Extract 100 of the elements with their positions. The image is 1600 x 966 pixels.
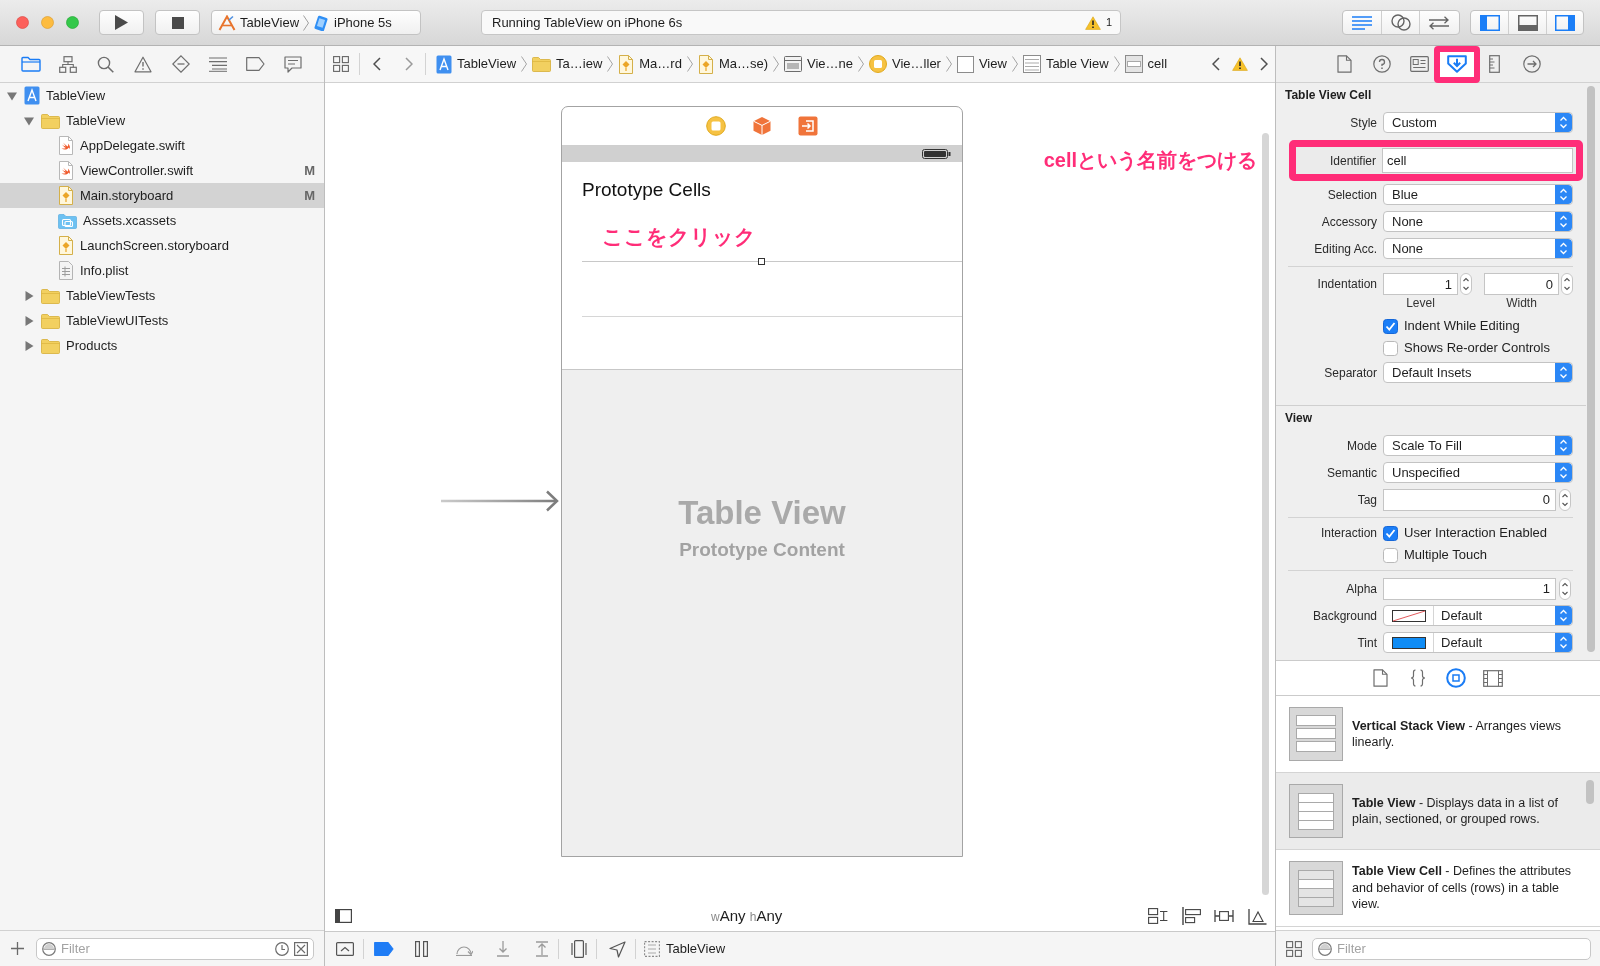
run-button[interactable]	[99, 10, 144, 35]
warning-count[interactable]: 1	[1105, 14, 1112, 31]
stepper-icon[interactable]	[1561, 273, 1573, 295]
navigator-tab[interactable]	[208, 54, 229, 74]
disclosure-triangle-icon[interactable]	[24, 290, 34, 301]
panel-toggle-control[interactable]	[1470, 10, 1584, 35]
filter-field[interactable]: Filter	[1312, 937, 1591, 960]
popup-button[interactable]: Blue	[1383, 184, 1573, 205]
stop-button[interactable]	[155, 10, 200, 35]
tree-item[interactable]: Main.storyboard M	[0, 183, 324, 208]
warning-icon[interactable]	[1232, 57, 1248, 71]
pause-button[interactable]	[415, 941, 428, 957]
grid-view-button[interactable]	[1286, 940, 1302, 957]
navigator-tab[interactable]	[282, 54, 303, 74]
cube-icon[interactable]	[752, 116, 772, 136]
embed-in-stack-button[interactable]	[1148, 906, 1168, 926]
popup-button[interactable]: Custom	[1383, 112, 1573, 133]
disclosure-triangle-icon[interactable]	[24, 115, 34, 126]
previous-issue-button[interactable]	[1212, 57, 1220, 71]
stepper-icon[interactable]	[1559, 488, 1571, 511]
checkbox[interactable]	[1383, 340, 1398, 356]
navigator-tab[interactable]	[95, 54, 116, 74]
tree-item[interactable]: TableView	[0, 83, 324, 108]
disclosure-triangle-icon[interactable]	[7, 90, 17, 101]
navigator-tab[interactable]	[133, 54, 154, 74]
stepper-icon[interactable]	[1460, 273, 1472, 295]
tree-item[interactable]: Assets.xcassets	[0, 208, 324, 233]
scroll-bar[interactable]	[1586, 780, 1594, 804]
target-path-item[interactable]: TableView	[644, 939, 726, 959]
clock-icon[interactable]	[275, 941, 289, 956]
popup-button[interactable]: None	[1383, 211, 1573, 232]
add-button[interactable]	[11, 942, 24, 955]
path-item[interactable]: Vie…ller	[869, 54, 941, 74]
exit-icon[interactable]	[798, 116, 818, 136]
next-issue-button[interactable]	[1260, 57, 1268, 71]
back-button[interactable]	[373, 57, 381, 71]
navigator-tab[interactable]	[170, 54, 191, 74]
navigator-tab[interactable]	[245, 54, 266, 74]
text-field[interactable]: cell	[1382, 148, 1573, 173]
tree-item[interactable]: TableViewUITests	[0, 308, 324, 333]
number-field[interactable]: 1	[1383, 577, 1556, 600]
disclosure-triangle-icon[interactable]	[24, 340, 34, 351]
tree-item[interactable]: LaunchScreen.storyboard	[0, 233, 324, 258]
scheme-selector[interactable]: TableView iPhone 5s	[211, 10, 421, 35]
selection-handle-icon[interactable]	[758, 258, 765, 265]
checkbox[interactable]	[1383, 318, 1398, 334]
forward-button[interactable]	[405, 57, 413, 71]
path-item[interactable]: Table View	[1022, 54, 1109, 74]
stepper-icon[interactable]	[1559, 577, 1571, 600]
table-cell[interactable]: ここをクリック	[582, 213, 962, 262]
popup-button[interactable]: Default Insets	[1383, 362, 1573, 383]
path-item[interactable]: Vie…ne	[784, 54, 854, 74]
navigator-tab[interactable]	[21, 54, 41, 74]
path-item[interactable]: Ma…rd	[618, 54, 682, 74]
warning-icon[interactable]	[1084, 15, 1101, 30]
popup-button[interactable]: Unspecified	[1383, 462, 1573, 483]
checkbox[interactable]	[1383, 547, 1398, 563]
tree-item[interactable]: Products	[0, 333, 324, 358]
align-button[interactable]	[1181, 906, 1201, 926]
path-item[interactable]: TableView	[436, 54, 517, 74]
scroll-bar[interactable]	[1262, 133, 1269, 895]
scheme-button[interactable]: TableView	[218, 12, 300, 33]
related-items-button[interactable]	[333, 56, 349, 72]
path-item[interactable]: Ta…iew	[532, 54, 603, 74]
number-field[interactable]: 0	[1383, 488, 1556, 511]
number-field[interactable]: 0	[1484, 273, 1559, 295]
navigator-tab[interactable]	[58, 54, 79, 74]
path-item[interactable]: Ma…se)	[697, 54, 769, 74]
location-button[interactable]	[609, 940, 626, 958]
hide-debug-area-button[interactable]	[336, 942, 354, 956]
window-close-icon[interactable]	[16, 16, 29, 29]
number-field[interactable]: 1	[1383, 273, 1458, 295]
library-item[interactable]: Table View - Displays data in a list of plain, sectioned, or grouped rows.	[1276, 773, 1600, 850]
step-out-button[interactable]	[535, 941, 549, 957]
crossed-box-icon[interactable]	[294, 941, 308, 956]
view-debugger-button[interactable]	[571, 940, 587, 958]
checkbox[interactable]	[1383, 525, 1398, 541]
disclosure-triangle-icon[interactable]	[24, 315, 34, 326]
filter-field[interactable]: Filter	[36, 937, 314, 960]
breakpoint-tag-icon[interactable]	[374, 942, 394, 956]
popup-button[interactable]: None	[1383, 238, 1573, 259]
editor-mode-control[interactable]	[1342, 10, 1460, 35]
filter-input[interactable]: Filter	[61, 938, 270, 959]
path-item[interactable]: View	[956, 54, 1007, 74]
path-item[interactable]: cell	[1124, 54, 1168, 74]
resolve-issues-button[interactable]	[1247, 906, 1267, 926]
tree-item[interactable]: TableViewTests	[0, 283, 324, 308]
document-outline-button[interactable]	[335, 909, 352, 923]
scroll-bar[interactable]	[1587, 86, 1595, 652]
popup-button[interactable]: Scale To Fill	[1383, 435, 1573, 456]
tree-item[interactable]: AppDelegate.swift	[0, 133, 324, 158]
color-popup[interactable]: Default	[1383, 605, 1573, 626]
inspector-tab[interactable]	[1433, 45, 1480, 83]
tree-item[interactable]: TableView	[0, 108, 324, 133]
tree-item[interactable]: ViewController.swift M	[0, 158, 324, 183]
step-into-button[interactable]	[496, 941, 510, 957]
tree-item[interactable]: Info.plist	[0, 258, 324, 283]
color-popup[interactable]: Default	[1383, 632, 1573, 653]
destination-button[interactable]: iPhone 5s	[313, 12, 392, 33]
size-class-button[interactable]: wAny hAny	[711, 904, 783, 928]
